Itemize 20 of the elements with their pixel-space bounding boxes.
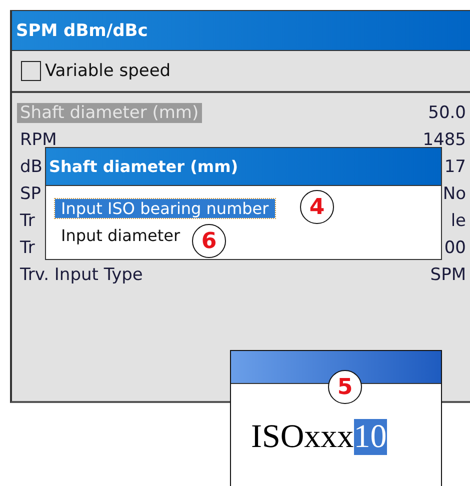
window-title: SPM dBm/dBc (16, 20, 148, 40)
parameter-value: le (450, 210, 466, 230)
parameter-label[interactable]: Trv. Input Type (17, 264, 146, 284)
parameter-value: 50.0 (428, 102, 466, 122)
parameter-label[interactable]: Tr (17, 210, 38, 230)
input-field[interactable]: ISOxxx10 (251, 418, 387, 458)
parameter-label[interactable]: dB (17, 156, 46, 176)
parameter-value: 1485 (422, 130, 466, 150)
menu-option[interactable]: Input ISO bearing number (55, 199, 275, 218)
checkbox-label[interactable]: Variable speed (45, 61, 171, 81)
menu-option[interactable]: Input diameter (55, 226, 186, 245)
parameter-value: 17 (444, 156, 466, 176)
checkbox[interactable] (21, 61, 41, 81)
dialog-title: Shaft diameter (mm) (49, 157, 238, 176)
parameter-value: SPM (430, 264, 466, 284)
parameter-label[interactable]: RPM (17, 130, 60, 150)
parameter-label[interactable]: SP (17, 184, 44, 204)
parameter-label[interactable]: Tr (17, 238, 38, 258)
parameter-value: 00 (444, 238, 466, 258)
parameter-value: No (442, 184, 466, 204)
